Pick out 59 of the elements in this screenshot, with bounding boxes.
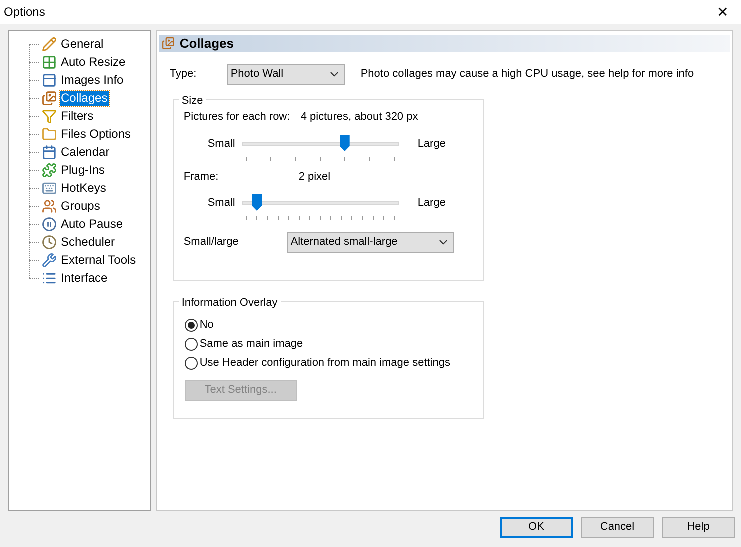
tree-item[interactable]: Groups: [60, 198, 102, 214]
group-legend: Information Overlay: [178, 295, 281, 312]
tree-item[interactable]: Collages: [60, 90, 109, 106]
slider-thumb[interactable]: [340, 134, 350, 152]
tree-item[interactable]: Plug-Ins: [60, 162, 106, 178]
tree-item[interactable]: Images Info: [60, 72, 125, 88]
field-value: 2 pixel: [298, 170, 331, 184]
type-label: Type:: [170, 67, 198, 82]
users-icon: [42, 198, 56, 214]
field-label: Pictures for each row:: [184, 110, 292, 125]
dialog-button[interactable]: Cancel: [581, 517, 654, 538]
tree-item[interactable]: Filters: [60, 108, 95, 124]
window-title: Options: [4, 4, 46, 21]
tree-item[interactable]: Auto Pause: [60, 216, 124, 232]
tree-item[interactable]: Calendar: [60, 144, 111, 160]
grid-icon: [42, 54, 56, 70]
radio-button[interactable]: [184, 319, 198, 332]
radio-button[interactable]: [184, 338, 198, 351]
images-icon: [162, 37, 175, 50]
field-label: Small/large: [184, 235, 240, 250]
tree-item[interactable]: HotKeys: [60, 180, 108, 196]
tree-item[interactable]: External Tools: [60, 252, 138, 268]
clock-icon: [42, 234, 56, 250]
dropdown[interactable]: Photo Wall: [226, 64, 345, 85]
pencil-icon: [42, 36, 56, 52]
radio-button[interactable]: [184, 357, 198, 370]
puzzle-icon: [42, 162, 56, 178]
dropdown[interactable]: Alternated small-large: [286, 232, 454, 253]
field-value: 4 pictures, about 320 px: [300, 110, 418, 125]
radio-label: No: [200, 318, 214, 334]
slider-track[interactable]: [242, 134, 399, 154]
field-label: Frame:: [184, 170, 220, 184]
slider-thumb[interactable]: [252, 194, 262, 211]
dialog-button[interactable]: Help: [662, 517, 735, 538]
radio-label: Use Header configuration from main image settings: [200, 356, 450, 372]
tree-item[interactable]: General: [60, 36, 105, 52]
tree-item[interactable]: Auto Resize: [60, 54, 127, 70]
cpu-warning: Photo collages may cause a high CPU usage, see help for more info: [360, 67, 694, 82]
tree-item[interactable]: Scheduler: [60, 234, 116, 250]
calendar-icon: [42, 144, 56, 160]
page-title: Collages: [180, 34, 234, 53]
min-label: Small: [206, 136, 236, 152]
pause-icon: [42, 216, 56, 232]
panel-icon: [42, 72, 56, 88]
max-label: Large: [418, 196, 446, 211]
funnel-icon: [42, 108, 56, 124]
tree-item[interactable]: Interface: [60, 270, 109, 286]
dialog-button[interactable]: OK: [500, 517, 573, 538]
close-button[interactable]: ✕: [713, 2, 733, 22]
max-label: Large: [418, 136, 446, 152]
radio-label: Same as main image: [200, 337, 304, 352]
keyboard-icon: [42, 180, 56, 196]
slider-track[interactable]: [242, 193, 399, 213]
wrench-icon: [42, 252, 56, 268]
tree-item[interactable]: Files Options: [60, 126, 132, 142]
folder-icon: [42, 126, 56, 142]
min-label: Small: [206, 196, 236, 211]
list-icon: [42, 270, 56, 286]
images-icon: [42, 90, 56, 106]
